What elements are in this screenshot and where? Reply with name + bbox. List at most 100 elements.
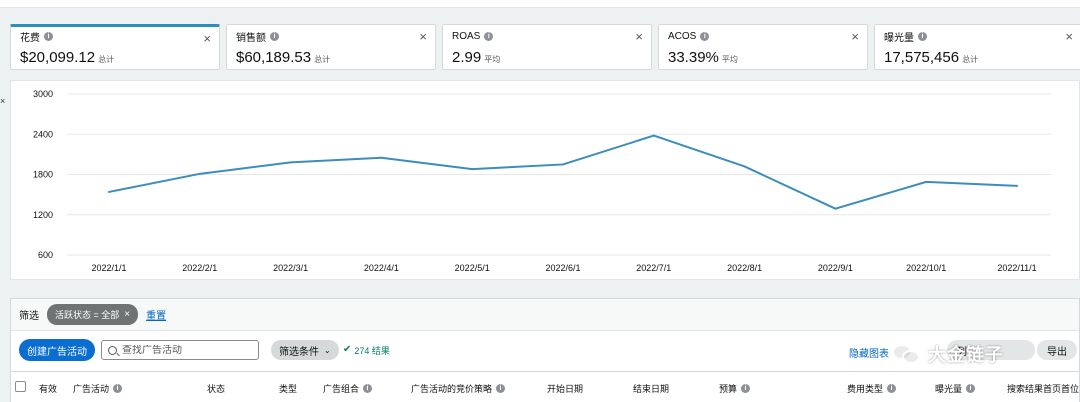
data-point xyxy=(289,161,292,164)
info-icon[interactable]: i xyxy=(918,31,927,41)
close-icon[interactable]: × xyxy=(124,310,130,320)
metric-card-impressions[interactable]: 曝光量 i × 17,575,456 总计 xyxy=(874,24,1080,70)
metric-unit: 平均 xyxy=(484,55,501,64)
info-icon[interactable]: i xyxy=(113,384,123,393)
metric-card-roas[interactable]: ROAS i × 2.99 平均 xyxy=(442,24,652,70)
pill-label: 活跃状态 = 全部 xyxy=(55,310,120,320)
hide-chart-link[interactable]: 隐藏图表 xyxy=(849,345,889,360)
info-icon[interactable]: i xyxy=(887,384,897,393)
metric-value: $60,189.53 xyxy=(236,49,312,66)
data-point xyxy=(743,165,746,168)
x-tick-label: 2022/6/1 xyxy=(545,263,580,273)
data-point xyxy=(380,156,383,159)
top-strip xyxy=(0,0,1080,8)
filter-row: 筛选 活跃状态 = 全部 × 重置 xyxy=(11,299,1079,331)
data-point xyxy=(108,190,110,193)
info-icon[interactable]: i xyxy=(44,31,53,41)
x-tick-label: 2022/3/1 xyxy=(273,263,308,273)
column-header[interactable]: 有效 xyxy=(39,382,57,395)
x-tick-label: 2022/2/1 xyxy=(182,263,217,273)
series-line xyxy=(108,134,1018,210)
y-tick-label: 1200 xyxy=(33,210,53,220)
column-header[interactable]: 类型 xyxy=(279,382,297,395)
y-tick-label: 600 xyxy=(38,250,53,260)
data-point xyxy=(198,172,201,175)
x-tick-label: 2022/11/1 xyxy=(997,263,1036,273)
x-tick-label: 2022/9/1 xyxy=(818,263,853,273)
info-icon[interactable]: i xyxy=(496,384,506,393)
column-header[interactable]: 状态 xyxy=(207,382,225,395)
filter-conditions-button[interactable]: 筛选条件 ⌄ xyxy=(271,340,339,360)
close-icon[interactable]: × xyxy=(203,32,211,45)
metric-cards: 花费 i × $20,099.12 总计 销售额 i × $60,189.53 总计 R… xyxy=(10,24,1080,70)
metric-title: ACOS xyxy=(668,30,697,42)
metric-unit: 总计 xyxy=(98,55,115,64)
metric-value: 17,575,456 xyxy=(884,49,960,66)
close-icon[interactable]: × xyxy=(419,30,427,43)
x-tick-label: 2022/5/1 xyxy=(455,263,490,273)
column-header[interactable]: 广告活动的竞价策略 i xyxy=(411,382,506,395)
metric-title: ROAS xyxy=(452,30,481,42)
column-header[interactable]: 预算 i xyxy=(719,382,751,395)
metric-value: 2.99 xyxy=(452,49,482,66)
metric-card-spend[interactable]: 花费 i × $20,099.12 总计 xyxy=(10,24,220,70)
column-header[interactable]: 广告组合 i xyxy=(323,382,373,395)
metric-card-sales[interactable]: 销售额 i × $60,189.53 总计 xyxy=(226,24,436,70)
line-chart: 600 1200 1800 2400 3000 2022/1/1 2022/2/1 2022/… xyxy=(33,89,1051,273)
metric-unit: 总计 xyxy=(314,55,331,64)
column-header[interactable]: 曝光量 i xyxy=(935,382,976,395)
metric-unit: 总计 xyxy=(962,55,979,64)
search-input[interactable] xyxy=(122,344,252,356)
reset-link[interactable]: 重置 xyxy=(146,307,166,322)
x-tick-label: 2022/10/1 xyxy=(906,263,946,273)
metric-title: 曝光量 xyxy=(884,32,914,44)
y-tick-label: 2400 xyxy=(33,129,53,139)
x-tick-label: 2022/4/1 xyxy=(364,263,399,273)
metric-title: 销售额 xyxy=(236,32,266,44)
x-tick-label: 2022/1/1 xyxy=(91,263,126,273)
data-point xyxy=(925,180,928,183)
status-filter-pill[interactable]: 活跃状态 = 全部 × xyxy=(47,304,139,325)
y-tick-label: 1800 xyxy=(33,170,53,180)
table-header: 有效 广告活动 i 状态 类型 广告组合 i 广告活动的竞价策略 i 开始日期 结束日… xyxy=(11,371,1080,402)
column-header[interactable]: 结束日期 xyxy=(633,382,669,395)
metric-value: 33.39% xyxy=(668,49,719,66)
column-header[interactable]: 开始日期 xyxy=(547,382,583,395)
column-header[interactable]: 搜索结果首页首位 I xyxy=(1007,382,1080,395)
metric-card-acos[interactable]: ACOS i × 33.39% 平均 xyxy=(658,24,868,70)
create-campaign-button[interactable]: 创建广告活动 xyxy=(19,339,95,361)
search-box[interactable] xyxy=(101,340,259,360)
x-tick-label: 2022/7/1 xyxy=(636,263,671,273)
result-text: 274 结果 xyxy=(354,346,390,356)
watermark-text: 大金链子 xyxy=(928,345,1004,365)
data-point xyxy=(1016,184,1018,187)
info-icon[interactable]: i xyxy=(270,31,279,41)
chevron-down-icon: ⌄ xyxy=(324,345,331,355)
info-icon[interactable]: i xyxy=(700,31,710,41)
export-button[interactable]: 导出 xyxy=(1037,340,1077,360)
info-icon[interactable]: i xyxy=(966,384,976,393)
data-point xyxy=(471,168,474,171)
info-icon[interactable]: i xyxy=(741,384,751,393)
y-tick-label: 3000 xyxy=(33,89,53,99)
result-count: ✔ 274 结果 xyxy=(343,344,390,357)
close-icon[interactable]: × xyxy=(1065,30,1073,43)
chart-panel: 600 1200 1800 2400 3000 2022/1/1 2022/2/1 2022/… xyxy=(10,80,1080,280)
close-icon[interactable]: × xyxy=(635,30,643,43)
metric-unit: 平均 xyxy=(721,55,738,64)
collapse-handle-icon[interactable]: × xyxy=(0,96,6,108)
select-all-checkbox[interactable] xyxy=(15,381,26,392)
check-icon: ✔ xyxy=(343,344,352,355)
wechat-icon xyxy=(890,341,922,367)
column-header[interactable]: 广告活动 i xyxy=(73,382,123,395)
x-tick-label: 2022/8/1 xyxy=(727,263,762,273)
info-icon[interactable]: i xyxy=(484,31,494,41)
filter-label: 筛选 xyxy=(19,311,39,322)
watermark: 大金链子 xyxy=(890,337,1040,371)
data-point xyxy=(652,134,655,137)
column-header[interactable]: 费用类型 i xyxy=(847,382,897,395)
data-point xyxy=(562,163,564,166)
close-icon[interactable]: × xyxy=(851,30,859,43)
data-point xyxy=(834,207,837,210)
info-icon[interactable]: i xyxy=(363,384,373,393)
